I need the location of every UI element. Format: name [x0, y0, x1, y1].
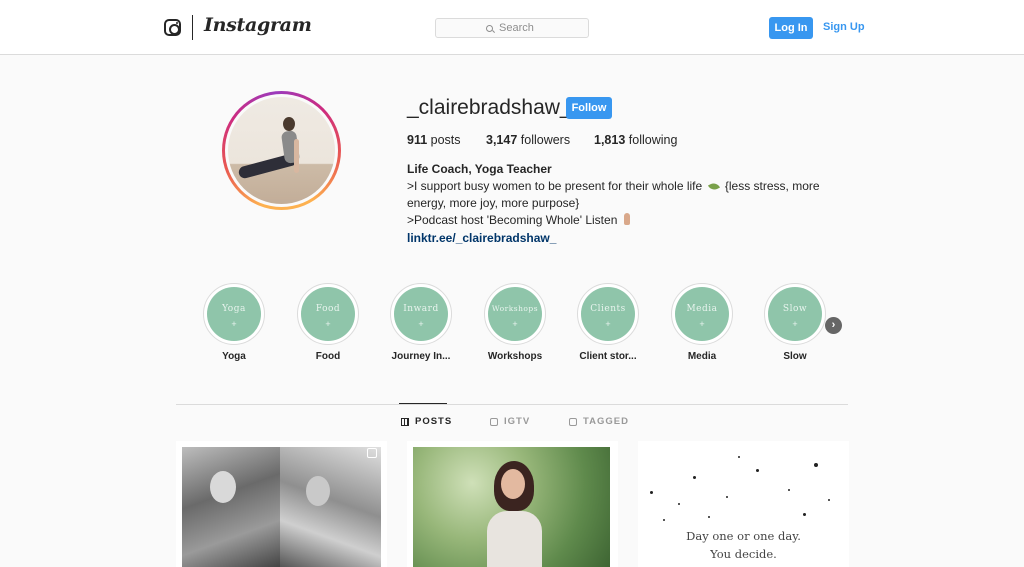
highlight-cover: Media + — [675, 287, 729, 341]
posts-count: 911 posts — [407, 133, 461, 147]
highlight-cover: Yoga + — [207, 287, 261, 341]
logo-divider — [192, 15, 193, 40]
tab-tagged[interactable]: TAGGED — [569, 416, 629, 427]
login-button[interactable]: Log In — [769, 17, 813, 39]
highlight-label: Yoga — [222, 351, 246, 362]
instagram-wordmark[interactable]: Instagram — [204, 14, 312, 36]
post-quote-text: You decide. — [710, 547, 777, 561]
instagram-camera-icon[interactable] — [164, 19, 181, 36]
story-highlight[interactable]: Inward + Journey In... — [381, 283, 461, 362]
story-highlight[interactable]: Yoga + Yoga — [194, 283, 274, 362]
tag-icon — [569, 417, 577, 426]
sparkle-icon: + — [418, 319, 424, 329]
search-placeholder: Search — [499, 22, 534, 34]
sparkle-icon: + — [512, 319, 518, 329]
story-highlight[interactable]: Food + Food — [288, 283, 368, 362]
sparkle-icon: + — [699, 319, 705, 329]
bio-line: >I support busy women to be present for … — [407, 178, 827, 195]
highlight-label: Journey In... — [391, 351, 451, 362]
followers-count-label: followers — [520, 133, 571, 147]
followers-count[interactable]: 3,147 followers — [486, 133, 570, 147]
signup-link[interactable]: Sign Up — [823, 21, 865, 33]
post-thumbnail[interactable] — [176, 441, 387, 567]
highlight-cover-text: Workshops — [491, 304, 539, 313]
highlight-cover-text: Yoga — [222, 304, 246, 314]
highlight-label: Media — [687, 351, 717, 362]
bio-line: >Podcast host 'Becoming Whole' Listen — [407, 212, 827, 229]
post-thumbnail[interactable]: Day one or one day. You decide. — [638, 441, 849, 567]
search-icon — [486, 24, 493, 32]
bio-line: energy, more joy, more purpose} — [407, 196, 580, 210]
carousel-icon — [367, 448, 377, 458]
tab-igtv[interactable]: IGTV — [490, 416, 530, 427]
following-count-label: following — [628, 133, 678, 147]
pointing-down-emoji-icon — [623, 213, 630, 225]
highlight-cover: Inward + — [394, 287, 448, 341]
highlight-cover-text: Slow — [782, 304, 808, 314]
sparkle-icon: + — [792, 319, 798, 329]
highlight-cover-text: Clients — [590, 304, 626, 314]
tab-posts[interactable]: POSTS — [401, 416, 452, 427]
highlight-cover: Workshops + — [488, 287, 542, 341]
profile-avatar-story-ring[interactable] — [222, 91, 341, 210]
highlight-cover: Food + — [301, 287, 355, 341]
story-highlight[interactable]: Clients + Client stor... — [568, 283, 648, 362]
tab-igtv-label: IGTV — [504, 416, 531, 427]
follow-button[interactable]: Follow — [566, 97, 612, 119]
bio-text: {less stress, more — [724, 179, 820, 193]
followers-count-value: 3,147 — [486, 133, 518, 147]
posts-count-label: posts — [430, 133, 461, 147]
top-navigation-bar: Instagram Search Log In Sign Up — [0, 0, 1024, 55]
posts-count-value: 911 — [407, 133, 428, 147]
chevron-right-icon[interactable]: › — [825, 317, 842, 334]
tab-tagged-label: TAGGED — [583, 416, 629, 427]
herb-emoji-icon — [707, 181, 720, 192]
tv-icon — [490, 417, 498, 426]
tabs-divider — [176, 404, 848, 405]
story-highlight[interactable]: Media + Media — [662, 283, 742, 362]
sparkle-icon: + — [605, 319, 611, 329]
grid-icon — [401, 417, 409, 426]
post-quote-text: Day one or one day. — [686, 529, 801, 543]
bio-full-name: Life Coach, Yoga Teacher — [407, 162, 552, 176]
bio-text: >I support busy women to be present for … — [407, 179, 703, 193]
bio-text: >Podcast host 'Becoming Whole' Listen — [407, 213, 618, 227]
highlight-label: Client stor... — [579, 351, 637, 362]
post-thumbnail[interactable] — [407, 441, 618, 567]
highlight-cover: Clients + — [581, 287, 635, 341]
active-tab-indicator — [399, 403, 447, 404]
avatar — [228, 97, 335, 204]
profile-username: _clairebradshaw_ — [407, 96, 572, 119]
highlight-cover-text: Food — [315, 304, 341, 314]
sparkle-icon: + — [325, 319, 331, 329]
highlight-cover-text: Inward — [403, 304, 439, 314]
sparkle-icon: + — [231, 319, 237, 329]
story-highlight[interactable]: Workshops + Workshops — [475, 283, 555, 362]
story-highlight[interactable]: Slow + Slow — [755, 283, 835, 362]
highlight-label: Slow — [783, 351, 807, 362]
tab-posts-label: POSTS — [415, 416, 453, 427]
highlight-cover: Slow + — [768, 287, 822, 341]
highlight-label: Workshops — [487, 351, 543, 362]
highlight-cover-text: Media — [686, 304, 718, 314]
bio-external-link[interactable]: linktr.ee/_clairebradshaw_ — [407, 230, 827, 247]
following-count[interactable]: 1,813 following — [594, 133, 677, 147]
following-count-value: 1,813 — [594, 133, 626, 147]
highlight-label: Food — [315, 351, 341, 362]
search-input[interactable]: Search — [435, 18, 589, 38]
